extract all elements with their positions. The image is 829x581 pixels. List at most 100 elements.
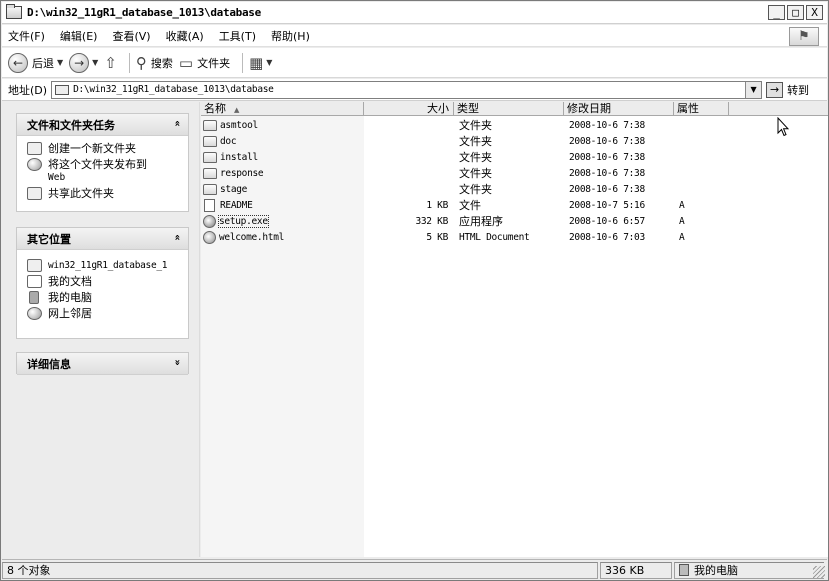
search-label: 搜索 [150, 56, 173, 70]
go-label: 转到 [787, 83, 810, 97]
file-name: stage [220, 183, 248, 195]
other-places-header[interactable]: 其它位置 « [17, 228, 188, 250]
other-places-panel: 其它位置 « win32_11gR1_database_1 我的文档 我的电脑 [16, 227, 189, 339]
file-type: 文件夹 [459, 151, 492, 164]
computer-icon [679, 564, 689, 576]
close-button[interactable]: X [806, 5, 823, 20]
toolbar-separator [242, 52, 244, 73]
file-name: README [220, 199, 253, 211]
column-filler [729, 102, 828, 116]
menu-help[interactable]: 帮助(H) [271, 28, 310, 44]
folder-icon [203, 135, 217, 147]
table-row[interactable]: doc 文件夹 2008-10-6 7:38 [201, 133, 828, 149]
file-modified: 2008-10-6 7:38 [569, 183, 645, 195]
task-new-folder[interactable]: 创建一个新文件夹 [27, 142, 182, 155]
search-button[interactable]: ⚲ 搜索 [136, 51, 173, 75]
back-button[interactable]: ← 后退 ▼ [8, 51, 63, 75]
column-size[interactable]: 大小 [364, 102, 454, 116]
file-modified: 2008-10-6 7:38 [569, 119, 645, 131]
column-attributes[interactable]: 属性 [674, 102, 729, 116]
file-modified: 2008-10-6 7:38 [569, 167, 645, 179]
folder-up-icon: ⇧ [104, 53, 117, 72]
windows-logo-icon: ⚑ [789, 27, 819, 46]
file-tasks-header[interactable]: 文件和文件夹任务 « [17, 114, 188, 136]
task-label-sub: Web [48, 172, 66, 183]
file-rows: asmtool 文件夹 2008-10-6 7:38 doc 文件夹 2008-… [201, 117, 828, 245]
file-size: 332 KB [415, 215, 448, 227]
share-folder-icon [27, 187, 42, 200]
views-button[interactable]: ▦ ▼ [249, 51, 272, 75]
file-type: 文件夹 [459, 119, 492, 132]
folder-icon [27, 259, 42, 272]
folder-icon [203, 119, 217, 131]
file-modified: 2008-10-7 5:16 [569, 199, 645, 211]
menu-favorites[interactable]: 收藏(A) [166, 28, 204, 44]
views-dropdown-icon[interactable]: ▼ [266, 58, 272, 67]
place-network[interactable]: 网上邻居 [27, 307, 182, 320]
file-name: welcome.html [219, 231, 285, 243]
search-icon: ⚲ [135, 53, 147, 72]
column-type[interactable]: 类型 [454, 102, 564, 116]
documents-icon [27, 275, 42, 288]
forward-dropdown-icon[interactable]: ▼ [92, 58, 98, 67]
task-publish-web[interactable]: 将这个文件夹发布到 Web [27, 158, 182, 184]
address-dropdown-button[interactable]: ▼ [745, 81, 762, 98]
collapse-chevron-icon[interactable]: « [171, 120, 182, 126]
details-header[interactable]: 详细信息 » [17, 353, 188, 375]
file-name: install [220, 151, 258, 163]
back-arrow-icon: ← [8, 52, 28, 73]
menu-view[interactable]: 查看(V) [112, 28, 150, 44]
table-row[interactable]: asmtool 文件夹 2008-10-6 7:38 [201, 117, 828, 133]
resize-grip[interactable] [813, 566, 825, 578]
file-name: doc [220, 135, 237, 147]
folders-button[interactable]: ▭ 文件夹 [179, 51, 230, 75]
toolbar-separator [128, 52, 130, 73]
address-input[interactable]: D:\win32_11gR1_database_1013\database ▼ [51, 80, 763, 99]
title-bar[interactable]: D:\win32_11gR1_database_1013\database _ … [2, 2, 827, 24]
file-type: 文件夹 [459, 167, 492, 180]
explorer-window: D:\win32_11gR1_database_1013\database _ … [0, 0, 829, 581]
task-share-folder[interactable]: 共享此文件夹 [27, 187, 182, 200]
file-attr: A [679, 215, 685, 227]
maximize-button[interactable]: □ [787, 5, 804, 20]
column-modified[interactable]: 修改日期 [564, 102, 674, 116]
table-row[interactable]: setup.exe 332 KB 应用程序 2008-10-6 6:57 A [201, 213, 828, 229]
task-label: 共享此文件夹 [48, 187, 114, 200]
go-button[interactable]: → 转到 [766, 81, 810, 98]
expand-chevron-icon[interactable]: » [171, 359, 182, 365]
column-attributes-label: 属性 [677, 102, 699, 115]
table-row[interactable]: stage 文件夹 2008-10-6 7:38 [201, 181, 828, 197]
table-row[interactable]: README 1 KB 文件 2008-10-7 5:16 A [201, 197, 828, 213]
table-row[interactable]: response 文件夹 2008-10-6 7:38 [201, 165, 828, 181]
up-button[interactable]: ⇧ [104, 51, 117, 75]
menu-file[interactable]: 文件(F) [8, 28, 45, 44]
file-tasks-panel: 文件和文件夹任务 « 创建一个新文件夹 将这个文件夹发布到 Web 共享此文件夹 [16, 113, 189, 212]
folder-icon [6, 4, 22, 19]
collapse-chevron-icon[interactable]: « [171, 234, 182, 240]
back-dropdown-icon[interactable]: ▼ [57, 58, 63, 67]
network-icon [27, 307, 42, 320]
column-name-label: 名称 [204, 102, 226, 115]
table-row[interactable]: install 文件夹 2008-10-6 7:38 [201, 149, 828, 165]
place-parent-folder[interactable]: win32_11gR1_database_1 [27, 259, 182, 272]
file-attr: A [679, 199, 685, 211]
status-location-label: 我的电脑 [694, 564, 738, 577]
file-list: 名称 ▲ 大小 类型 修改日期 属性 asmtool 文件夹 2008-10-6 … [201, 102, 828, 557]
status-location: 我的电脑 [674, 561, 824, 579]
place-my-computer[interactable]: 我的电脑 [27, 291, 182, 304]
menu-tools[interactable]: 工具(T) [219, 28, 256, 44]
file-name: asmtool [220, 119, 258, 131]
place-label: win32_11gR1_database_1 [48, 260, 168, 271]
file-attr: A [679, 231, 685, 243]
place-my-documents[interactable]: 我的文档 [27, 275, 182, 288]
menu-edit[interactable]: 编辑(E) [60, 28, 98, 44]
file-modified: 2008-10-6 7:03 [569, 231, 645, 243]
file-size: 5 KB [426, 231, 448, 243]
address-bar: 地址(D) D:\win32_11gR1_database_1013\datab… [2, 79, 827, 101]
forward-button[interactable]: → ▼ [69, 51, 98, 75]
minimize-button[interactable]: _ [768, 5, 785, 20]
column-headers: 名称 ▲ 大小 类型 修改日期 属性 [201, 102, 828, 116]
table-row[interactable]: welcome.html 5 KB HTML Document 2008-10-… [201, 229, 828, 245]
file-type: 文件夹 [459, 135, 492, 148]
column-name[interactable]: 名称 ▲ [201, 102, 364, 116]
